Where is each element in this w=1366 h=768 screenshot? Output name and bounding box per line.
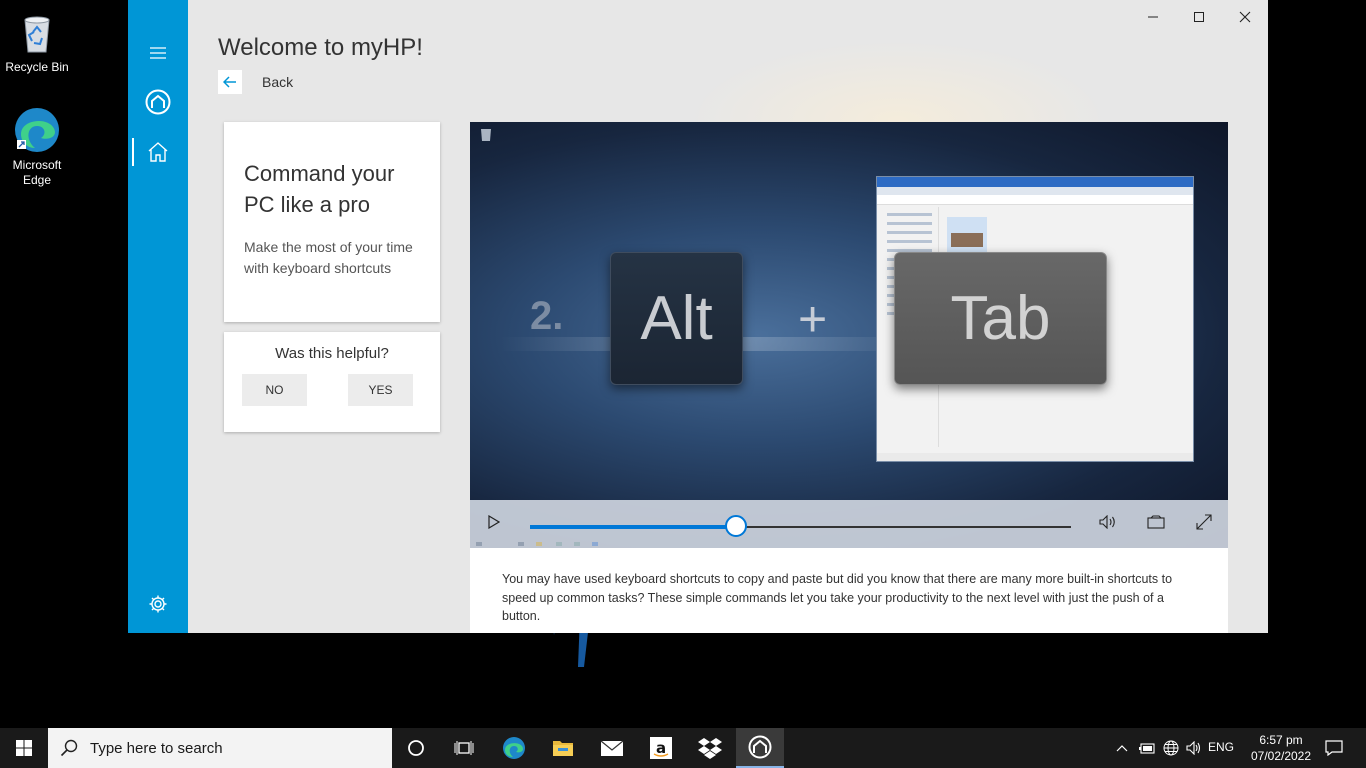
video-recycle-bin-icon [476,126,496,144]
video-tab-key: Tab [894,252,1107,385]
desktop-icon-label: Microsoft Edge [12,158,62,187]
taskbar-search-box[interactable]: Type here to search [48,728,392,768]
back-button[interactable] [218,70,242,94]
close-icon[interactable] [1222,0,1268,34]
battery-icon[interactable] [1136,728,1158,768]
clock[interactable]: 6:57 pm 07/02/2022 [1246,732,1316,764]
feedback-no-button[interactable]: NO [242,374,307,406]
play-icon[interactable] [480,510,508,534]
feedback-yes-button[interactable]: YES [348,374,413,406]
myhp-window: Welcome to myHP! Back Command your PC li… [128,0,1268,633]
task-view-icon[interactable] [440,728,488,768]
notifications-icon[interactable] [1320,728,1348,768]
page-title: Welcome to myHP! [218,34,423,61]
svg-text:a: a [656,739,666,757]
mail-icon[interactable] [588,728,636,768]
video-explorer-status-bar [877,453,1193,461]
video-step-number: 2. [530,294,564,338]
fullscreen-icon[interactable] [1190,510,1218,534]
tip-card: Command your PC like a pro Make the most… [224,122,440,322]
video-seek-bar[interactable] [530,515,1071,537]
video-player[interactable]: 2. Alt + Tab [470,122,1228,548]
taskbar: Type here to search a ENG 6:57 pm 07/02/… [0,728,1366,768]
tip-subtitle: Make the most of your time with keyboard… [244,239,413,276]
tip-title: Command your PC like a pro [244,161,395,217]
hp-support-icon[interactable] [128,82,188,122]
back-label[interactable]: Back [262,74,293,90]
myhp-icon[interactable] [736,728,784,768]
window-controls [1130,0,1268,34]
amazon-icon[interactable]: a [637,728,685,768]
maximize-icon[interactable] [1176,0,1222,34]
cast-icon[interactable] [1142,510,1170,534]
edge-icon[interactable] [490,728,538,768]
video-explorer-titlebar [877,177,1193,187]
video-progress-fill [530,525,736,529]
minimize-icon[interactable] [1130,0,1176,34]
cortana-icon[interactable] [392,728,440,768]
dropbox-icon[interactable] [686,728,734,768]
desktop-icon-edge[interactable]: Microsoft Edge [0,106,74,188]
show-hidden-icons-icon[interactable] [1112,728,1132,768]
home-icon[interactable] [128,132,188,172]
video-explorer-ribbon [877,187,1193,195]
volume-icon[interactable] [1094,510,1122,534]
clock-date: 07/02/2022 [1250,749,1312,763]
language-indicator[interactable]: ENG [1208,740,1234,754]
desktop-icon-recycle-bin[interactable]: Recycle Bin [0,8,74,75]
sidebar [128,0,188,633]
feedback-card: Was this helpful? NO YES [224,332,440,432]
start-button[interactable] [0,728,48,768]
hamburger-menu-icon[interactable] [128,33,188,73]
video-plus-sign: + [798,291,828,347]
recycle-bin-icon [13,8,61,56]
video-screenshot-thumbnail [947,217,987,257]
description-text: You may have used keyboard shortcuts to … [470,548,1228,633]
video-controls [470,500,1228,548]
search-placeholder: Type here to search [90,739,223,757]
speaker-icon[interactable] [1183,728,1205,768]
desktop-icon-label: Recycle Bin [5,60,69,74]
video-seek-thumb[interactable] [725,515,747,537]
video-explorer-address-bar [877,195,1193,205]
file-explorer-icon[interactable] [539,728,587,768]
video-alt-key: Alt [610,252,743,385]
windows-icon [16,740,32,756]
search-icon [60,739,78,757]
edge-icon [13,106,61,154]
clock-time: 6:57 pm [1259,733,1303,747]
settings-icon[interactable] [128,584,188,624]
back-arrow-icon [223,76,236,88]
feedback-question: Was this helpful? [275,345,389,362]
video-mini-taskbar [476,542,598,546]
network-globe-icon[interactable] [1160,728,1182,768]
